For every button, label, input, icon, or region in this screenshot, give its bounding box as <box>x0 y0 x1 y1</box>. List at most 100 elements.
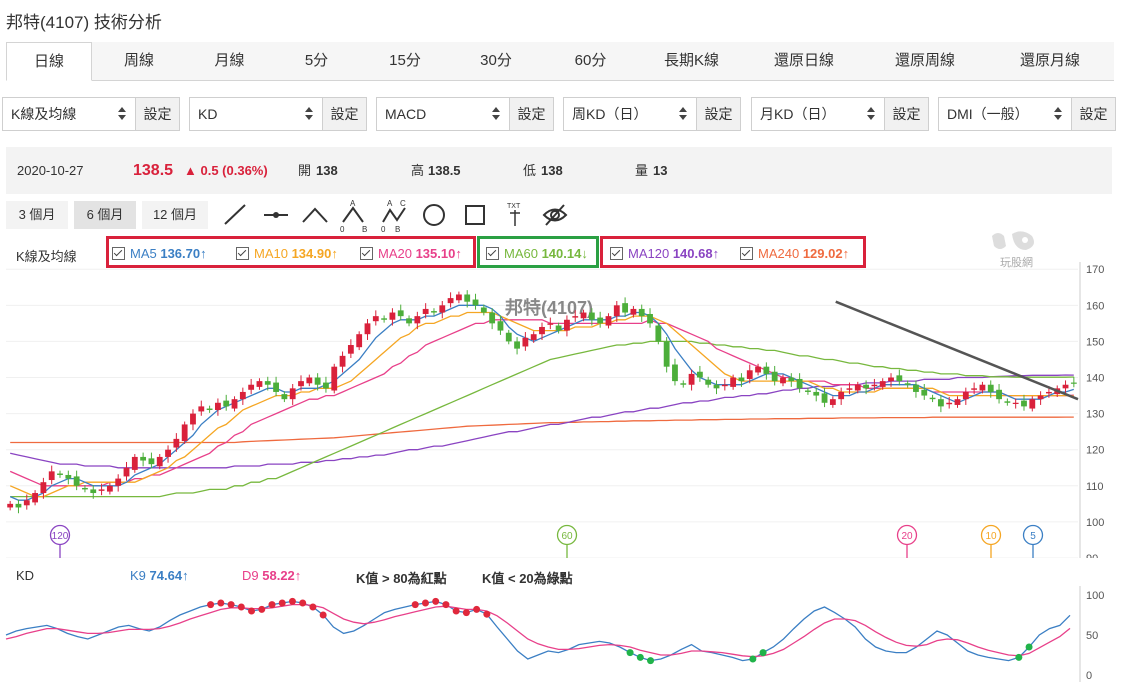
circle-tool-icon[interactable] <box>423 204 445 226</box>
candle <box>406 315 412 327</box>
candle <box>431 308 437 316</box>
kd-red-dot <box>278 599 286 607</box>
kd-y-tick: 0 <box>1086 670 1092 682</box>
ma20-line <box>9 319 1074 487</box>
kd-red-dot <box>462 609 470 617</box>
y-tick-label: 120 <box>1086 445 1104 457</box>
ma-marker-label: 60 <box>561 531 573 542</box>
rectangle-tool-icon[interactable] <box>465 205 485 225</box>
kd-green-dot <box>759 649 767 657</box>
candle <box>372 310 379 326</box>
kd-red-dot <box>248 607 256 615</box>
candle <box>190 409 196 431</box>
candle <box>937 394 944 413</box>
candle <box>996 384 1002 404</box>
candle <box>921 384 928 400</box>
ma-marker-pin: 20 <box>896 524 918 558</box>
ma-marker-pin: 120 <box>49 524 71 558</box>
trendline[interactable] <box>835 300 1079 401</box>
kd-red-dot <box>483 610 491 618</box>
candle <box>356 331 363 351</box>
candle <box>613 300 620 322</box>
tool-letter: B <box>362 225 367 234</box>
candle <box>896 369 903 386</box>
candle <box>32 490 38 506</box>
candle <box>339 351 346 373</box>
candle <box>57 470 63 478</box>
kd-label: KD <box>16 568 35 583</box>
candle <box>248 378 255 395</box>
price-chart[interactable]: 170 160 150 140 130 120 110 100 90 邦特(4107) 120 60 2… <box>0 262 1128 558</box>
candle <box>7 500 14 511</box>
ma-marker-pin: 5 <box>1022 524 1044 558</box>
candle <box>622 297 629 317</box>
tool-letter: 0 <box>340 225 345 234</box>
kd-red-dot <box>268 601 276 609</box>
text-tool-icon[interactable]: TXT <box>507 203 521 226</box>
kd-y-tick: 100 <box>1086 590 1104 602</box>
kd-chart[interactable]: 100 50 0 <box>0 586 1128 682</box>
kd-red-dot <box>421 599 429 607</box>
candle <box>156 454 163 470</box>
kd-red-dot <box>227 601 235 609</box>
tool-letter: A <box>387 199 393 208</box>
y-tick-label: 160 <box>1086 300 1104 312</box>
candle <box>655 322 662 345</box>
candle <box>954 396 961 408</box>
candle <box>131 454 138 473</box>
candle <box>505 329 512 345</box>
candle <box>638 304 645 322</box>
candle <box>140 452 147 467</box>
d9-legend: D9 58.22↑ <box>242 568 301 583</box>
logo-icon <box>992 231 1034 250</box>
candle <box>472 293 479 310</box>
candle <box>455 291 462 304</box>
candle <box>364 319 371 340</box>
candle <box>73 470 80 491</box>
kd-green-dot <box>636 653 644 661</box>
candle <box>347 339 354 359</box>
kd-green-dot <box>1015 653 1023 661</box>
candle <box>605 313 612 329</box>
candle <box>306 374 313 387</box>
angle-tool-icon[interactable] <box>302 207 328 223</box>
k9-line <box>5 600 1071 662</box>
k9-arrow: ↑ <box>182 568 189 583</box>
tool-txt-label: TXT <box>507 203 521 210</box>
kd-red-dot <box>411 601 419 609</box>
drawing-toolbar: A 0 B A C0 B TXT <box>224 199 568 234</box>
hide-drawings-icon[interactable] <box>542 204 568 226</box>
candle <box>829 396 836 408</box>
candle <box>796 373 803 393</box>
kd-rule-green: K值 < 20為綠點 <box>482 571 573 586</box>
kd-red-dot <box>473 605 481 613</box>
abc-pattern-tool-icon[interactable]: A 0 B <box>340 199 367 234</box>
tool-letter: A <box>350 199 356 208</box>
ma-marker-pin: 60 <box>556 524 578 558</box>
line-tool-icon[interactable] <box>224 204 246 225</box>
candle <box>397 304 404 321</box>
kd-red-dot <box>442 601 450 609</box>
candle <box>148 452 155 469</box>
abcd-pattern-tool-icon[interactable]: A C 0 B <box>381 199 406 234</box>
candle <box>173 433 180 452</box>
d9-name: D9 <box>242 568 259 583</box>
candle <box>929 394 936 403</box>
ma60-line <box>10 340 1074 498</box>
ma-marker-label: 120 <box>52 531 69 542</box>
candle <box>672 358 678 386</box>
kd-rule-red: K值 > 80為紅點 <box>356 571 447 586</box>
candle <box>647 308 653 328</box>
ma-marker-label: 5 <box>1030 531 1036 542</box>
kd-red-dot <box>432 597 440 605</box>
candle <box>713 380 720 395</box>
kd-red-dot <box>217 599 225 607</box>
candle <box>771 365 778 386</box>
k9-name: K9 <box>130 568 146 583</box>
horizontal-line-tool-icon[interactable] <box>264 212 288 218</box>
candle <box>705 376 712 388</box>
candle <box>1037 391 1044 405</box>
kd-green-dot <box>749 655 757 663</box>
candle <box>123 461 130 481</box>
kd-green-dot <box>647 657 655 665</box>
